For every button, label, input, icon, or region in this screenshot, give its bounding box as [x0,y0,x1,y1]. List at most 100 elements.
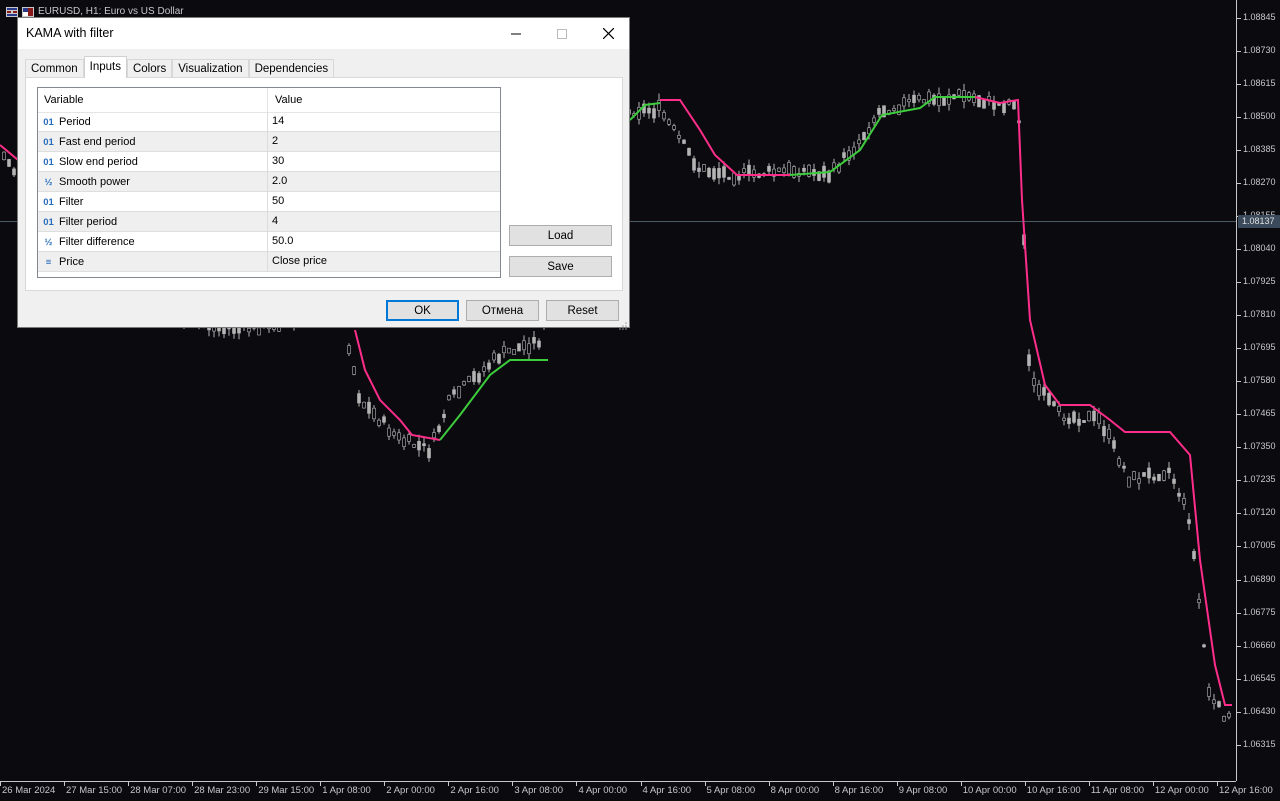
tab-visualization[interactable]: Visualization [172,59,249,78]
table-row[interactable]: 01 Filter period 4 [38,212,500,232]
candle [792,165,796,179]
candle [877,105,881,118]
candle [1082,420,1086,423]
price-tick [1237,150,1241,152]
candle [492,350,496,363]
value-cell[interactable]: 50 [269,192,499,212]
value-cell[interactable]: 2 [269,132,499,152]
time-label: 12 Apr 00:00 [1154,785,1209,796]
table-row[interactable]: 01 Filter 50 [38,192,500,212]
price-tick [1237,381,1241,383]
candle [982,100,986,109]
candle [707,166,711,179]
tab-dependencies[interactable]: Dependencies [248,59,335,78]
candle [907,93,911,108]
cancel-button[interactable]: Отмена [466,300,539,321]
price-label: 1.06545 [1243,672,1276,683]
table-row[interactable]: ½ Smooth power 2.0 [38,172,500,192]
flag-icon [22,6,34,17]
candle [1182,492,1186,510]
time-tick [192,782,194,786]
candle [1212,693,1216,710]
variable-cell: ½ Filter difference [38,232,268,252]
reset-button[interactable]: Reset [546,300,619,321]
price-tick [1237,348,1241,350]
price-label: 1.07465 [1243,408,1276,419]
tab-colors[interactable]: Colors [126,59,173,78]
value-cell[interactable]: 50.0 [269,232,499,252]
variable-name: Filter period [59,215,118,228]
table-row[interactable]: 01 Period 14 [38,112,500,132]
value-cell[interactable]: 2.0 [269,172,499,192]
price-axis[interactable]: 1.08845 1.08730 1.08615 1.08500 1.08385 1.082… [1236,0,1280,781]
candle [897,104,901,116]
candle [917,92,921,103]
candle [1117,456,1121,468]
value-cell[interactable]: 30 [269,152,499,172]
variable-name: Slow end period [59,155,138,168]
integer-icon: 01 [43,216,54,228]
candle [1187,513,1191,531]
price-tick [1237,414,1241,416]
candle [352,365,356,376]
candle [1172,473,1176,489]
double-icon: ½ [44,236,53,248]
variable-cell: 01 Filter [38,192,268,212]
candle [1037,379,1041,401]
candle [367,396,371,419]
table-row[interactable]: 01 Fast end period 2 [38,132,500,152]
price-tick [1237,612,1241,614]
candle [1122,462,1126,473]
tab-common[interactable]: Common [25,59,84,78]
price-tick [1237,744,1241,746]
table-row[interactable]: ½ Filter difference 50.0 [38,232,500,252]
column-header-variable[interactable]: Variable [38,88,268,112]
time-label: 28 Mar 07:00 [130,785,187,796]
candle [1112,436,1116,453]
time-tick [768,782,770,786]
price-label: 1.07235 [1243,474,1276,485]
candle [487,359,491,373]
save-button[interactable]: Save [509,256,612,277]
minimize-icon[interactable] [493,18,539,49]
price-tick [1237,249,1241,251]
price-tick [1237,183,1241,185]
candle [1202,643,1206,649]
chart-menu-icon[interactable] [6,6,18,17]
column-header-value[interactable]: Value [269,88,500,112]
value-cell[interactable]: Close price [269,252,499,272]
candle [537,338,541,350]
candle [807,164,811,178]
resize-grip-icon[interactable] [619,317,627,330]
candle [672,123,676,132]
table-row[interactable]: 01 Slow end period 30 [38,152,500,172]
time-axis[interactable]: 26 Mar 2024 27 Mar 15:00 28 Mar 07:00 28 Ma… [0,781,1273,801]
time-label: 4 Apr 16:00 [642,785,692,796]
candle [747,159,751,182]
load-button[interactable]: Load [509,225,612,246]
candle [467,375,471,383]
candle [772,163,776,182]
candle [357,389,361,407]
dialog-titlebar[interactable]: KAMA with filter [18,18,629,49]
close-icon[interactable] [585,18,631,49]
time-tick [64,782,66,786]
table-row[interactable]: ≡ Price Close price [38,252,500,272]
inputs-table: Variable Value 01 Period 14 01 Fast end peri… [37,87,501,278]
time-tick [1088,782,1090,786]
time-tick [1024,782,1026,786]
value-cell[interactable]: 14 [269,112,499,132]
candle [397,428,401,445]
tab-inputs[interactable]: Inputs [83,56,127,78]
candle [927,88,931,107]
price-label: 1.07005 [1243,540,1276,551]
time-label: 12 Apr 16:00 [1218,785,1273,796]
time-label: 9 Apr 08:00 [898,785,948,796]
candle [1142,472,1146,477]
value-cell[interactable]: 4 [269,212,499,232]
integer-icon: 01 [43,116,54,128]
candle [682,139,686,145]
ok-button[interactable]: OK [386,300,459,321]
dialog-tabs: Common Inputs Colors Visualization Depen… [25,56,335,78]
kama-line-segment [974,96,1232,706]
